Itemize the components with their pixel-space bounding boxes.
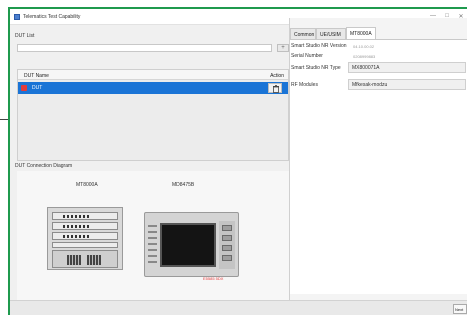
knob xyxy=(222,225,232,231)
device-label-mt8000a: MT8000A xyxy=(76,182,98,188)
pointer-line xyxy=(0,119,8,120)
dut-table: DUT Name Action DUT xyxy=(17,69,289,161)
footer-bar: Next xyxy=(10,300,467,315)
tab-common[interactable]: Common xyxy=(290,28,316,39)
knob xyxy=(222,235,232,241)
modules-label: RF Modules xyxy=(291,82,318,88)
mt8000a-device-image xyxy=(47,207,123,270)
serial-value: 0208999883 xyxy=(353,54,376,59)
window-title: Telematics Test Capability xyxy=(23,14,81,20)
dut-name-input[interactable] xyxy=(17,44,272,52)
md8475b-device-image xyxy=(144,212,239,277)
table-row[interactable]: DUT xyxy=(18,82,288,94)
knob xyxy=(222,255,232,261)
tab-content: Smart Studio NR Version 04.10.00.02 Seri… xyxy=(290,39,467,294)
mt-port-panel xyxy=(52,250,118,268)
next-button[interactable]: Next xyxy=(453,304,467,314)
dut-list-label: DUT List xyxy=(15,33,35,39)
md-screen xyxy=(160,223,216,267)
modules-field[interactable]: Mfkesak-modzu xyxy=(348,79,466,90)
knob xyxy=(222,245,232,251)
md-control-panel xyxy=(219,221,235,269)
trash-icon xyxy=(273,85,279,93)
port xyxy=(67,255,81,265)
mt-module xyxy=(52,242,118,248)
port xyxy=(87,255,101,265)
dut-name-cell: DUT xyxy=(32,85,43,91)
version-label: Smart Studio NR Version xyxy=(291,43,347,49)
tab-ue-usim[interactable]: UE/USIM xyxy=(316,28,346,39)
tab-mt8000a[interactable]: MT8000A xyxy=(346,27,376,39)
column-header-dut-name[interactable]: DUT Name xyxy=(24,73,49,79)
dut-icon xyxy=(21,85,27,91)
device-red-label: E5585 5DX xyxy=(203,276,224,281)
device-label-md8475b: MD8475B xyxy=(172,182,195,188)
table-header: DUT Name Action xyxy=(18,70,288,80)
mt-module xyxy=(52,232,118,240)
mt-module xyxy=(52,212,118,220)
type-field[interactable]: MX800071A xyxy=(348,62,466,73)
app-window: Telematics Test Capability — □ ✕ DUT Lis… xyxy=(8,7,467,315)
serial-label: Serial Number xyxy=(291,53,323,59)
app-icon xyxy=(14,14,20,20)
add-dut-button[interactable]: + xyxy=(277,44,289,52)
md-vent xyxy=(148,225,157,265)
version-value: 04.10.00.02 xyxy=(353,44,375,49)
diagram-label: DUT Connection Diagram xyxy=(15,163,73,169)
delete-dut-button[interactable] xyxy=(268,83,282,93)
mt-module xyxy=(52,222,118,230)
properties-panel: Common UE/USIM MT8000A Smart Studio NR V… xyxy=(289,18,467,310)
type-label: Smart Studio NR Type xyxy=(291,65,341,71)
column-header-action[interactable]: Action xyxy=(270,73,284,79)
